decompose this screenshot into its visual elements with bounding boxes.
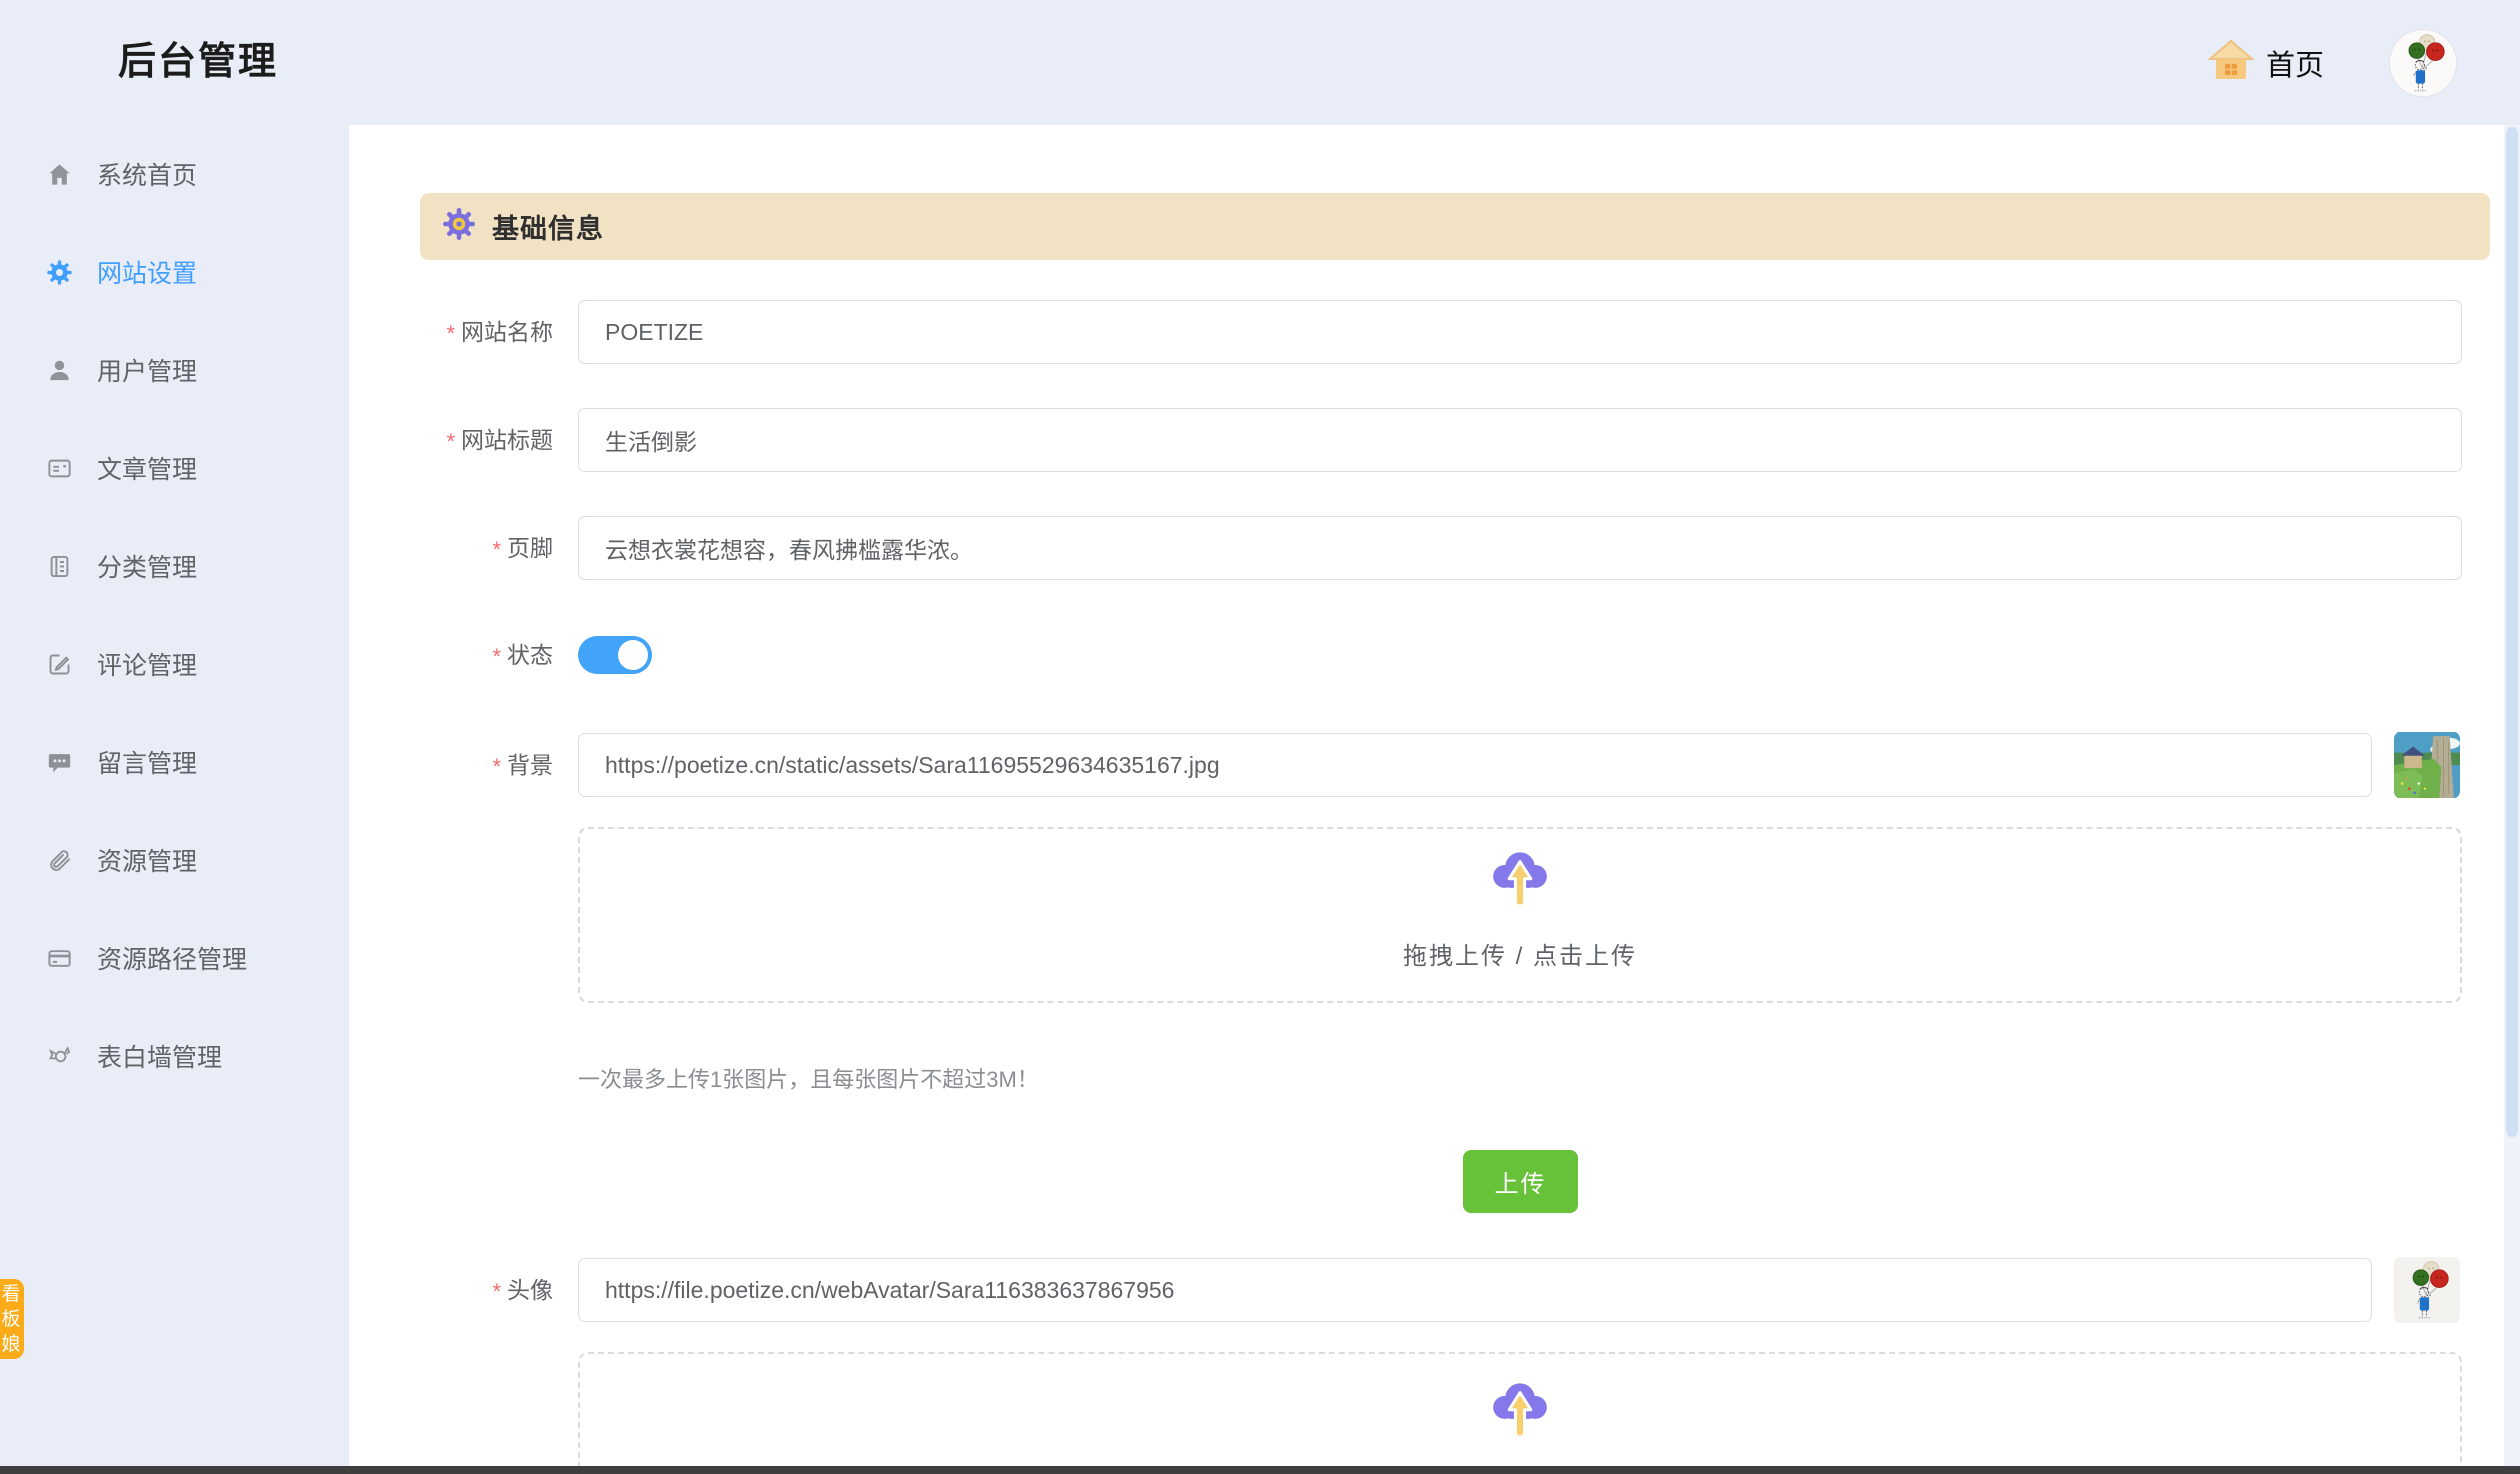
- avatar-thumbnail: [2394, 1256, 2460, 1324]
- message-icon: [46, 749, 73, 776]
- paperclip-icon: [46, 847, 73, 874]
- background-url-input[interactable]: [578, 733, 2372, 797]
- required-asterisk: *: [446, 429, 455, 454]
- sidebar-item-label: 用户管理: [97, 352, 197, 388]
- gear-icon: [46, 259, 73, 286]
- status-toggle[interactable]: [578, 636, 652, 674]
- required-asterisk: *: [492, 1279, 501, 1304]
- site-title-input[interactable]: [578, 408, 2462, 472]
- upload-hint: 一次最多上传1张图片，且每张图片不超过3M！: [578, 1062, 1039, 1094]
- category-icon: [46, 553, 73, 580]
- gear-icon: [442, 207, 476, 246]
- sidebar-item-label: 资源管理: [97, 842, 197, 878]
- sidebar-item-label: 分类管理: [97, 548, 197, 584]
- background-upload-dropzone[interactable]: 拖拽上传 / 点击上传: [578, 827, 2462, 1003]
- user-icon: [46, 357, 73, 384]
- required-asterisk: *: [492, 537, 501, 562]
- sidebar-item-label: 文章管理: [97, 450, 197, 486]
- site-name-label: *网站名称: [293, 300, 553, 364]
- upload-cloud-icon: [580, 1376, 2460, 1453]
- topbar-right: 首页: [2208, 0, 2456, 125]
- sidebar-item-resources[interactable]: 资源管理: [0, 811, 349, 909]
- upload-cloud-icon: [580, 845, 2460, 922]
- sidebar-item-label: 评论管理: [97, 646, 197, 682]
- candy-icon: [46, 1043, 73, 1070]
- avatar-url-input[interactable]: [578, 1258, 2372, 1322]
- status-label: *状态: [293, 636, 553, 674]
- background-label: *背景: [293, 733, 553, 797]
- article-icon: [46, 455, 73, 482]
- site-title-label: *网站标题: [293, 408, 553, 472]
- scrollbar-thumb[interactable]: [2506, 127, 2518, 1137]
- sidebar-item-label: 表白墙管理: [97, 1038, 222, 1074]
- footer-label: *页脚: [293, 516, 553, 580]
- avatar-label: *头像: [293, 1258, 553, 1322]
- upload-area-text: 拖拽上传 / 点击上传: [580, 936, 2460, 971]
- sidebar-item-label: 系统首页: [97, 156, 197, 192]
- home-link-label: 首页: [2266, 42, 2324, 84]
- window-bottom-edge: [0, 1466, 2520, 1474]
- sidebar-item-system-home[interactable]: 系统首页: [0, 125, 349, 223]
- toggle-knob: [618, 640, 648, 670]
- required-asterisk: *: [492, 754, 501, 779]
- user-avatar[interactable]: [2390, 30, 2456, 96]
- background-thumbnail: [2394, 731, 2460, 799]
- upload-button[interactable]: 上传: [1463, 1150, 1578, 1213]
- kanban-girl-badge-label: 看板娘: [1, 1282, 21, 1357]
- sidebar-item-label: 资源路径管理: [97, 940, 247, 976]
- sidebar-item-label: 网站设置: [97, 254, 197, 290]
- home-icon: [46, 161, 73, 188]
- comment-edit-icon: [46, 651, 73, 678]
- basic-info-header: 基础信息: [420, 193, 2490, 260]
- bank-card-icon: [46, 945, 73, 972]
- required-asterisk: *: [492, 644, 501, 669]
- basic-info-title: 基础信息: [492, 207, 604, 246]
- kanban-girl-badge[interactable]: 看板娘: [0, 1279, 24, 1359]
- sidebar-item-confession-wall[interactable]: 表白墙管理: [0, 1007, 349, 1105]
- home-link[interactable]: 首页: [2208, 39, 2324, 86]
- site-name-input[interactable]: [578, 300, 2462, 364]
- footer-input[interactable]: [578, 516, 2462, 580]
- admin-page: 后台管理 首页: [0, 0, 2520, 1474]
- app-title: 后台管理: [118, 0, 278, 125]
- home-house-icon: [2208, 39, 2254, 86]
- sidebar-item-label: 留言管理: [97, 744, 197, 780]
- avatar-upload-dropzone[interactable]: [578, 1352, 2462, 1474]
- sidebar-item-resource-paths[interactable]: 资源路径管理: [0, 909, 349, 1007]
- required-asterisk: *: [446, 321, 455, 346]
